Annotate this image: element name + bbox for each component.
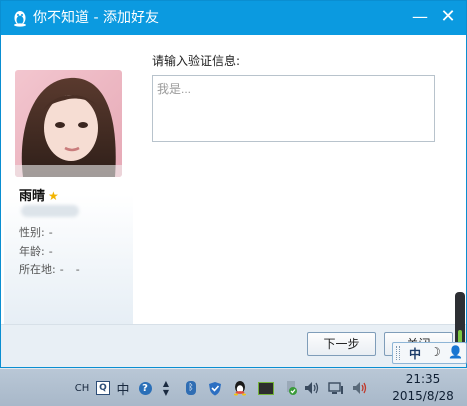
age-label: 年龄: xyxy=(19,245,45,258)
qq-tray-icon[interactable] xyxy=(232,369,248,406)
verify-message-input[interactable] xyxy=(152,75,435,142)
verify-label: 请输入验证信息: xyxy=(152,54,241,68)
gender-row: 性别: - xyxy=(19,224,53,240)
speaker-icon[interactable] xyxy=(303,369,321,406)
bluetooth-glyph: ᛒ xyxy=(186,381,196,395)
user-icon[interactable]: 👤 xyxy=(448,345,463,359)
blurred-account-id xyxy=(21,205,79,217)
gender-label: 性别: xyxy=(19,226,45,239)
location-label: 所在地: xyxy=(19,263,56,276)
avatar[interactable] xyxy=(15,70,122,177)
location-value-1: - xyxy=(59,263,64,276)
window-title: 你不知道 - 添加好友 xyxy=(33,10,159,26)
bluetooth-icon[interactable]: ᛒ xyxy=(183,369,199,406)
close-window-button[interactable]: ✕ xyxy=(433,1,463,35)
moon-icon[interactable]: ☽ xyxy=(430,345,441,359)
help-glyph: ? xyxy=(138,381,152,395)
system-clock[interactable]: 21:35 2015/8/28 xyxy=(380,371,466,405)
clock-date: 2015/8/28 xyxy=(392,389,454,403)
title-bar[interactable]: 你不知道 - 添加好友 — ✕ xyxy=(1,1,466,35)
nickname-row: 雨晴 ★ xyxy=(19,185,59,204)
show-hidden-icons-icon[interactable]: ▲ ▼ xyxy=(159,369,173,406)
network-icon[interactable] xyxy=(327,369,345,406)
qq-box-icon[interactable]: Q xyxy=(95,369,111,406)
ime-mode-toggle[interactable]: 中 xyxy=(409,345,421,362)
help-icon[interactable]: ? xyxy=(137,369,153,406)
ime-grip-handle[interactable] xyxy=(396,346,400,360)
security-shield-icon[interactable] xyxy=(207,369,223,406)
taskbar: CH Q 中 ? ▲ ▼ ᛒ 21:35 2015/8/28 xyxy=(0,368,467,406)
location-row: 所在地: - - xyxy=(19,261,80,277)
age-value: - xyxy=(48,245,53,258)
clock-time: 21:35 xyxy=(405,372,441,386)
minimize-button[interactable]: — xyxy=(405,1,435,35)
ime-toolbar[interactable]: 中 ☽ 👤 xyxy=(392,342,467,364)
language-indicator[interactable]: CH xyxy=(73,369,91,406)
star-icon: ★ xyxy=(48,189,59,203)
profile-panel: 雨晴 ★ 性别: - 年龄: - 所在地: - - xyxy=(4,35,133,325)
location-value-2: - xyxy=(75,263,80,276)
ime-tray-icon[interactable]: 中 xyxy=(115,369,131,406)
volume-icon[interactable] xyxy=(351,369,369,406)
graphics-tray-icon[interactable] xyxy=(257,369,275,406)
age-row: 年龄: - xyxy=(19,243,53,259)
qq-box-glyph: Q xyxy=(96,381,110,395)
action-center-icon[interactable] xyxy=(283,369,299,406)
gender-value: - xyxy=(48,226,53,239)
nickname: 雨晴 xyxy=(19,189,46,204)
qq-penguin-icon xyxy=(14,11,26,27)
next-button[interactable]: 下一步 xyxy=(307,332,376,356)
add-friend-dialog: 你不知道 - 添加好友 — ✕ 雨晴 ★ 性别: - 年龄: - 所在地: - … xyxy=(0,0,467,368)
